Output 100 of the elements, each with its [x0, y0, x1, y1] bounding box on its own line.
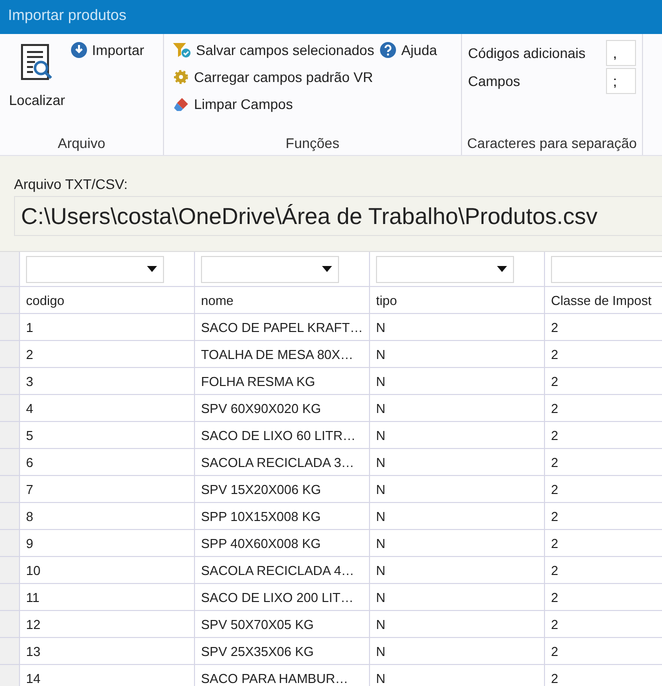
- table-cell: N: [370, 503, 545, 530]
- ribbon-button[interactable]: Salvar campos selecionados: [170, 40, 378, 60]
- row-header[interactable]: [0, 314, 20, 341]
- table-cell: SPV 15X20X006 KG: [195, 476, 370, 503]
- field-label: Campos: [468, 73, 520, 89]
- help-icon: [380, 42, 396, 58]
- column-header[interactable]: Classe de Impost: [545, 287, 662, 314]
- table-cell: 2: [545, 665, 662, 686]
- table-cell: FOLHA RESMA KG: [195, 368, 370, 395]
- table-cell: N: [370, 314, 545, 341]
- table-cell: 2: [545, 314, 662, 341]
- table-cell: 2: [545, 395, 662, 422]
- table-cell: 7: [20, 476, 195, 503]
- filter-dropdown[interactable]: [201, 256, 339, 282]
- row-header[interactable]: [0, 584, 20, 611]
- caret-icon: [322, 266, 332, 272]
- table-cell: 2: [545, 503, 662, 530]
- filter-dropdown[interactable]: [26, 256, 164, 282]
- table-cell: SPV 60X90X020 KG: [195, 395, 370, 422]
- row-header[interactable]: [0, 368, 20, 395]
- table-cell: 8: [20, 503, 195, 530]
- row-header[interactable]: [0, 449, 20, 476]
- row-header[interactable]: [0, 611, 20, 638]
- table-cell: N: [370, 665, 545, 686]
- table-cell: SPP 10X15X008 KG: [195, 503, 370, 530]
- table-cell: 2: [545, 341, 662, 368]
- table-cell: N: [370, 422, 545, 449]
- table-cell: 14: [20, 665, 195, 686]
- separator-field[interactable]: ,: [606, 40, 636, 66]
- row-header[interactable]: [0, 341, 20, 368]
- group-label: Caracteres para separação: [466, 135, 638, 153]
- table-cell: 2: [545, 611, 662, 638]
- filter-dropdown[interactable]: [551, 256, 662, 282]
- table-cell: SPV 50X70X05 KG: [195, 611, 370, 638]
- table-cell: SPP 40X60X008 KG: [195, 530, 370, 557]
- table-cell: SACO PARA HAMBUR…: [195, 665, 370, 686]
- table-cell: 2: [20, 341, 195, 368]
- row-header[interactable]: [0, 503, 20, 530]
- column-header[interactable]: tipo: [370, 287, 545, 314]
- row-header[interactable]: [0, 530, 20, 557]
- row-header[interactable]: [0, 557, 20, 584]
- table-cell: 11: [20, 584, 195, 611]
- file-path-field[interactable]: C:\Users\costa\OneDrive\Área de Trabalho\Produtos.csv: [14, 196, 662, 236]
- ribbon-button[interactable]: Carregar campos padrão VR: [170, 67, 378, 87]
- table-cell: 2: [545, 584, 662, 611]
- table-cell: SACOLA RECICLADA 4…: [195, 557, 370, 584]
- table-cell: N: [370, 530, 545, 557]
- table-cell: N: [370, 557, 545, 584]
- group-label: Arquivo: [56, 135, 106, 153]
- table-cell: 1: [20, 314, 195, 341]
- row-header: [0, 287, 20, 314]
- eraser-icon: [173, 97, 189, 111]
- table-cell: N: [370, 341, 545, 368]
- table-cell: 2: [545, 368, 662, 395]
- field-label: Códigos adicionais: [468, 45, 586, 61]
- table-cell: N: [370, 395, 545, 422]
- table-cell: 2: [545, 476, 662, 503]
- column-header[interactable]: codigo: [20, 287, 195, 314]
- field-label: Arquivo TXT/CSV:: [14, 176, 129, 192]
- table-cell: 2: [545, 530, 662, 557]
- ribbon-button[interactable]: Limpar Campos: [170, 94, 378, 114]
- table-cell: SACO DE LIXO 200 LIT…: [195, 584, 370, 611]
- table-cell: N: [370, 611, 545, 638]
- table-cell: 3: [20, 368, 195, 395]
- row-header[interactable]: [0, 422, 20, 449]
- window-title: Importar produtos: [7, 6, 128, 24]
- row-header[interactable]: [0, 665, 20, 686]
- table-cell: N: [370, 476, 545, 503]
- row-header[interactable]: [0, 395, 20, 422]
- ribbon-button[interactable]: Importar: [68, 40, 148, 60]
- table-cell: SACO DE PAPEL KRAFT…: [195, 314, 370, 341]
- separator-field[interactable]: ;: [606, 68, 636, 94]
- table-cell: 2: [545, 557, 662, 584]
- table-cell: 13: [20, 638, 195, 665]
- document-search-icon: [20, 44, 54, 82]
- table-cell: TOALHA DE MESA 80X…: [195, 341, 370, 368]
- filter-dropdown[interactable]: [376, 256, 514, 282]
- table-cell: 2: [545, 449, 662, 476]
- localizar-button[interactable]: Localizar: [6, 40, 68, 135]
- table-cell: 12: [20, 611, 195, 638]
- table-cell: SPV 25X35X06 KG: [195, 638, 370, 665]
- caret-icon: [497, 266, 507, 272]
- ribbon-button[interactable]: Ajuda: [377, 40, 440, 60]
- table-cell: 2: [545, 422, 662, 449]
- download-icon: [71, 42, 88, 58]
- table-cell: 2: [545, 638, 662, 665]
- table-cell: 6: [20, 449, 195, 476]
- column-header[interactable]: nome: [195, 287, 370, 314]
- row-header[interactable]: [0, 638, 20, 665]
- caret-icon: [147, 266, 157, 272]
- table-cell: 9: [20, 530, 195, 557]
- table-cell: N: [370, 638, 545, 665]
- table-cell: 5: [20, 422, 195, 449]
- table-cell: N: [370, 449, 545, 476]
- gear-icon: [173, 69, 189, 85]
- group-label: Funções: [284, 135, 340, 153]
- table-cell: 10: [20, 557, 195, 584]
- row-header[interactable]: [0, 476, 20, 503]
- table-cell: N: [370, 584, 545, 611]
- table-cell: SACO DE LIXO 60 LITR…: [195, 422, 370, 449]
